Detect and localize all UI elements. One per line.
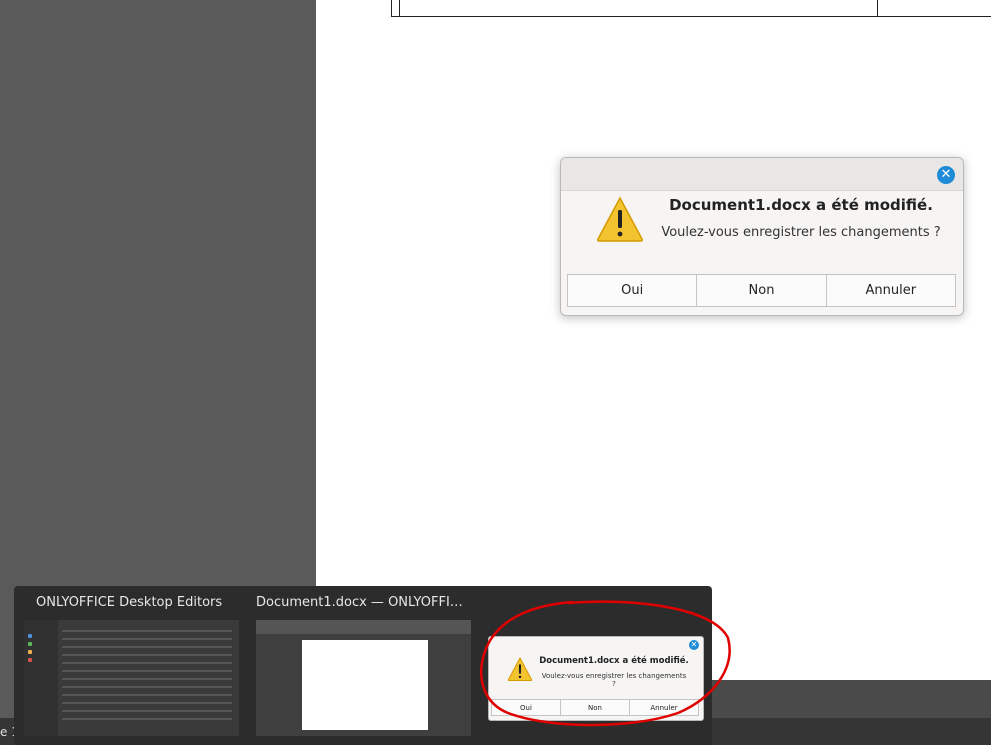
switcher-title-onlyoffice: ONLYOFFICE Desktop Editors — [36, 595, 223, 610]
document-table — [391, 0, 991, 17]
thumbnail-document-editor[interactable] — [256, 620, 471, 736]
mini-close-icon: ✕ — [689, 640, 699, 650]
warning-icon — [596, 196, 644, 242]
no-button[interactable]: Non — [697, 274, 827, 307]
mini-cancel-button: Annuler — [630, 699, 699, 716]
window-switcher: ONLYOFFICE Desktop Editors Document1.doc… — [14, 586, 712, 745]
save-changes-dialog: ✕ Document1.docx a été modifié. Voulez-v… — [560, 157, 964, 316]
mini-button-row: Oui Non Annuler — [491, 699, 699, 716]
mini-yes-button: Oui — [491, 699, 561, 716]
document-page[interactable] — [316, 0, 991, 680]
mini-dialog-message: Voulez-vous enregistrer les changements … — [541, 672, 687, 688]
close-icon[interactable]: ✕ — [937, 166, 955, 184]
dialog-message: Voulez-vous enregistrer les changements … — [661, 225, 941, 240]
editor-statusbar-background — [712, 680, 991, 718]
mini-dialog-heading: Document1.docx a été modifié. — [539, 656, 689, 666]
dialog-titlebar[interactable]: ✕ — [561, 158, 963, 191]
thumbnail-onlyoffice-start[interactable] — [24, 620, 239, 736]
switcher-title-document: Document1.docx — ONLYOFFI… — [256, 595, 463, 610]
thumbnail-save-dialog[interactable]: ✕ Document1.docx a été modifié. Voulez-v… — [488, 636, 704, 721]
dialog-button-row: Oui Non Annuler — [567, 274, 956, 307]
mini-warning-icon — [507, 657, 533, 681]
dialog-heading: Document1.docx a été modifié. — [669, 196, 933, 214]
yes-button[interactable]: Oui — [567, 274, 698, 307]
mini-no-button: Non — [561, 699, 630, 716]
cancel-button[interactable]: Annuler — [826, 274, 956, 307]
